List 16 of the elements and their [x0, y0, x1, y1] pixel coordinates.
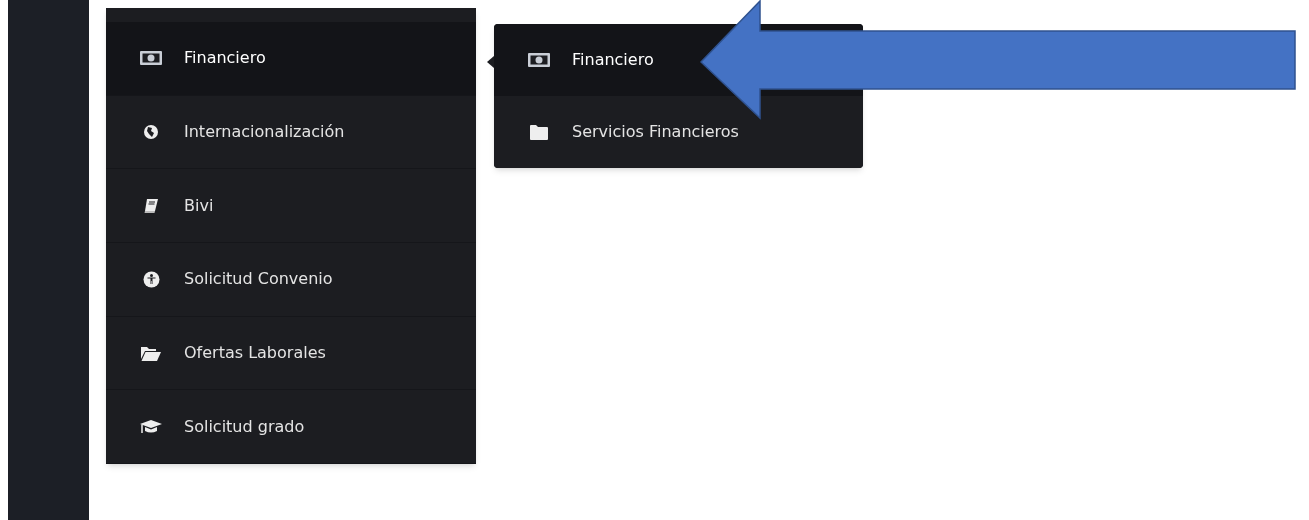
- menu-item[interactable]: Internacionalización: [106, 95, 476, 170]
- pointer-icon: [487, 56, 494, 68]
- open-folder-icon: [141, 345, 161, 361]
- menu-item[interactable]: Financiero: [106, 22, 476, 96]
- accessibility-icon: [142, 270, 160, 288]
- menu-item[interactable]: Solicitud Convenio: [106, 243, 476, 317]
- menu-item[interactable]: Solicitud grado: [106, 390, 476, 465]
- folder-icon: [530, 124, 548, 140]
- globe-icon: [143, 124, 159, 140]
- menu-item[interactable]: Bivi: [106, 169, 476, 243]
- menu-item[interactable]: Ofertas Laborales: [106, 316, 476, 391]
- money-icon: [528, 53, 550, 67]
- graduation-cap-icon: [140, 418, 162, 435]
- submenu-item[interactable]: Servicios Financieros: [494, 96, 863, 168]
- book-icon: [143, 197, 159, 214]
- money-icon: [140, 51, 162, 66]
